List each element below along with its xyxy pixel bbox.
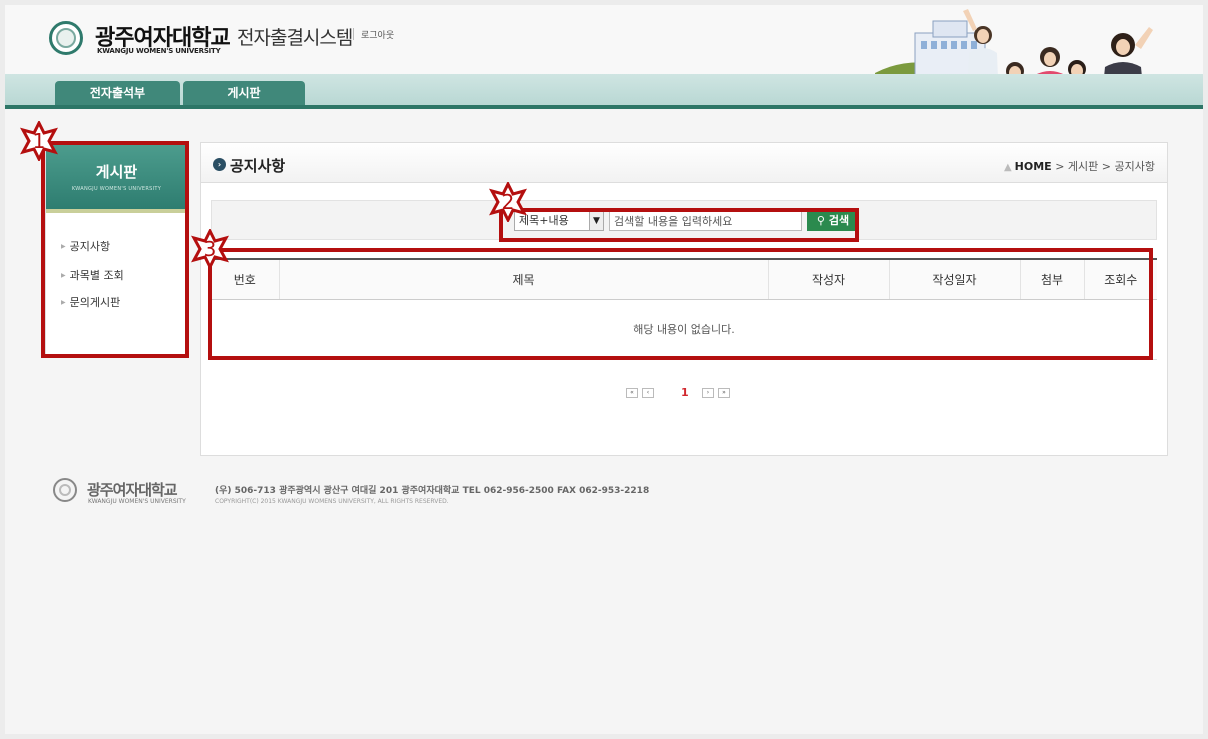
annotation-marker-3: 3 [190,229,230,269]
highlight-box-2 [499,208,859,242]
page: 광주여자대학교 KWANGJU WOMEN'S UNIVERSITY 전자출결시… [5,5,1203,734]
annotation-marker-1: 1 [19,121,59,161]
title-bar: › 공지사항 ▲ HOME > 게시판 > 공지사항 [201,143,1167,183]
divider [353,28,354,40]
last-page-icon[interactable]: » [718,388,730,398]
tab-attendance[interactable]: 전자출석부 [55,81,180,105]
first-page-icon[interactable]: « [626,388,638,398]
highlight-box-3 [208,248,1153,360]
tab-board[interactable]: 게시판 [183,81,305,105]
marker-label: 1 [32,129,46,153]
marker-label: 2 [501,190,515,214]
marker-label: 3 [203,237,217,261]
chevron-right-circle-icon: › [213,158,226,171]
highlight-box-1 [41,141,189,358]
logout-link[interactable]: 로그아웃 [361,28,394,41]
annotation-marker-2: 2 [488,182,528,222]
university-emblem-icon [49,21,83,55]
prev-page-icon[interactable]: ‹ [642,388,654,398]
footer-address: (우) 506-713 광주광역시 광산구 여대길 201 광주여자대학교 TE… [215,486,650,496]
breadcrumb-separator: > [1101,160,1112,173]
breadcrumb-level1[interactable]: 게시판 [1068,160,1098,173]
breadcrumb-home[interactable]: HOME [1015,160,1052,173]
page-title: 공지사항 [230,157,286,175]
page-number-current[interactable]: 1 [681,386,689,399]
system-title: 전자출결시스템 [237,27,353,49]
header: 광주여자대학교 KWANGJU WOMEN'S UNIVERSITY 전자출결시… [5,5,1203,108]
home-icon: ▲ [1003,162,1012,173]
logo-subtext: KWANGJU WOMEN'S UNIVERSITY [97,47,221,55]
footer-emblem-icon [53,478,77,502]
breadcrumb: ▲ HOME > 게시판 > 공지사항 [1004,158,1155,174]
footer-logo-subtext: KWANGJU WOMEN'S UNIVERSITY [88,498,186,505]
breadcrumb-separator: > [1055,160,1065,173]
nav-underline [5,105,1203,109]
footer-copyright: COPYRIGHT(C) 2015 KWANGJU WOMENS UNIVERS… [215,498,449,505]
breadcrumb-level2: 공지사항 [1114,160,1155,173]
next-page-icon[interactable]: › [702,388,714,398]
footer-logo-text: 광주여자대학교 [87,481,178,499]
